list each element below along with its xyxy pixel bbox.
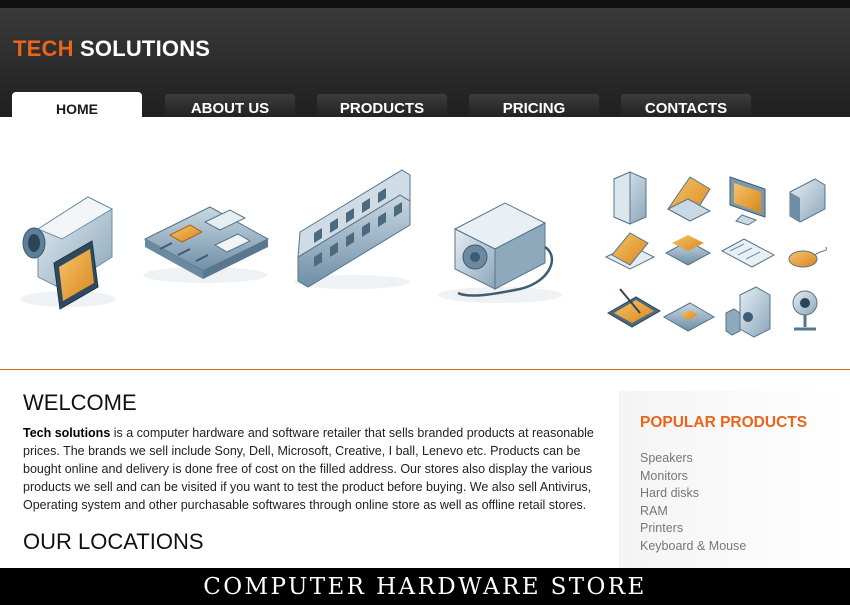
site-logo[interactable]: TECH SOLUTIONS: [13, 36, 210, 62]
webcam-icon: [792, 290, 818, 331]
banner-illustration: [20, 53, 827, 338]
welcome-title: WELCOME: [23, 390, 137, 415]
main-content: WELCOME Tech solutions is a computer har…: [23, 390, 608, 514]
mouse-icon: [788, 246, 827, 268]
logo-part-2: SOLUTIONS: [80, 36, 211, 61]
site-header: TECH SOLUTIONS HOME ABOUT US PRODUCTS PR…: [0, 0, 850, 125]
network-card-icon: [662, 302, 716, 332]
ram-module-icon: [294, 53, 411, 289]
tablet-icon: [607, 288, 661, 328]
hard-disk-icon: [789, 178, 826, 223]
company-name: Tech solutions: [23, 426, 111, 440]
welcome-paragraph: Tech solutions is a computer hardware an…: [23, 424, 608, 514]
popular-products-panel: POPULAR PRODUCTS Speakers Monitors Hard …: [619, 391, 850, 568]
power-supply-icon: [438, 202, 562, 303]
product-link-speakers[interactable]: Speakers: [640, 450, 746, 468]
desktop-tower-icon: [613, 171, 647, 225]
banner-divider: [0, 369, 850, 370]
laptop-icon: [666, 176, 712, 222]
product-link-printers[interactable]: Printers: [640, 520, 746, 538]
popular-products-title: POPULAR PRODUCTS: [640, 414, 808, 431]
product-link-hard-disks[interactable]: Hard disks: [640, 485, 746, 503]
product-link-ram[interactable]: RAM: [640, 503, 746, 521]
monitor-icon: [729, 176, 766, 226]
footer-caption: COMPUTER HARDWARE STORE: [0, 568, 850, 605]
logo-part-1: TECH: [13, 36, 74, 61]
motherboard-icon: [143, 206, 270, 283]
hardware-banner: [0, 53, 850, 370]
product-link-keyboard-mouse[interactable]: Keyboard & Mouse: [640, 538, 746, 556]
locations-title: OUR LOCATIONS: [23, 529, 204, 554]
camcorder-icon: [20, 196, 116, 310]
keyboard-icon: [720, 238, 776, 268]
speakers-icon: [725, 286, 771, 338]
scanner-icon: [604, 232, 656, 270]
printer-icon: [664, 235, 712, 266]
popular-products-list: Speakers Monitors Hard disks RAM Printer…: [640, 450, 746, 556]
product-link-monitors[interactable]: Monitors: [640, 468, 746, 486]
